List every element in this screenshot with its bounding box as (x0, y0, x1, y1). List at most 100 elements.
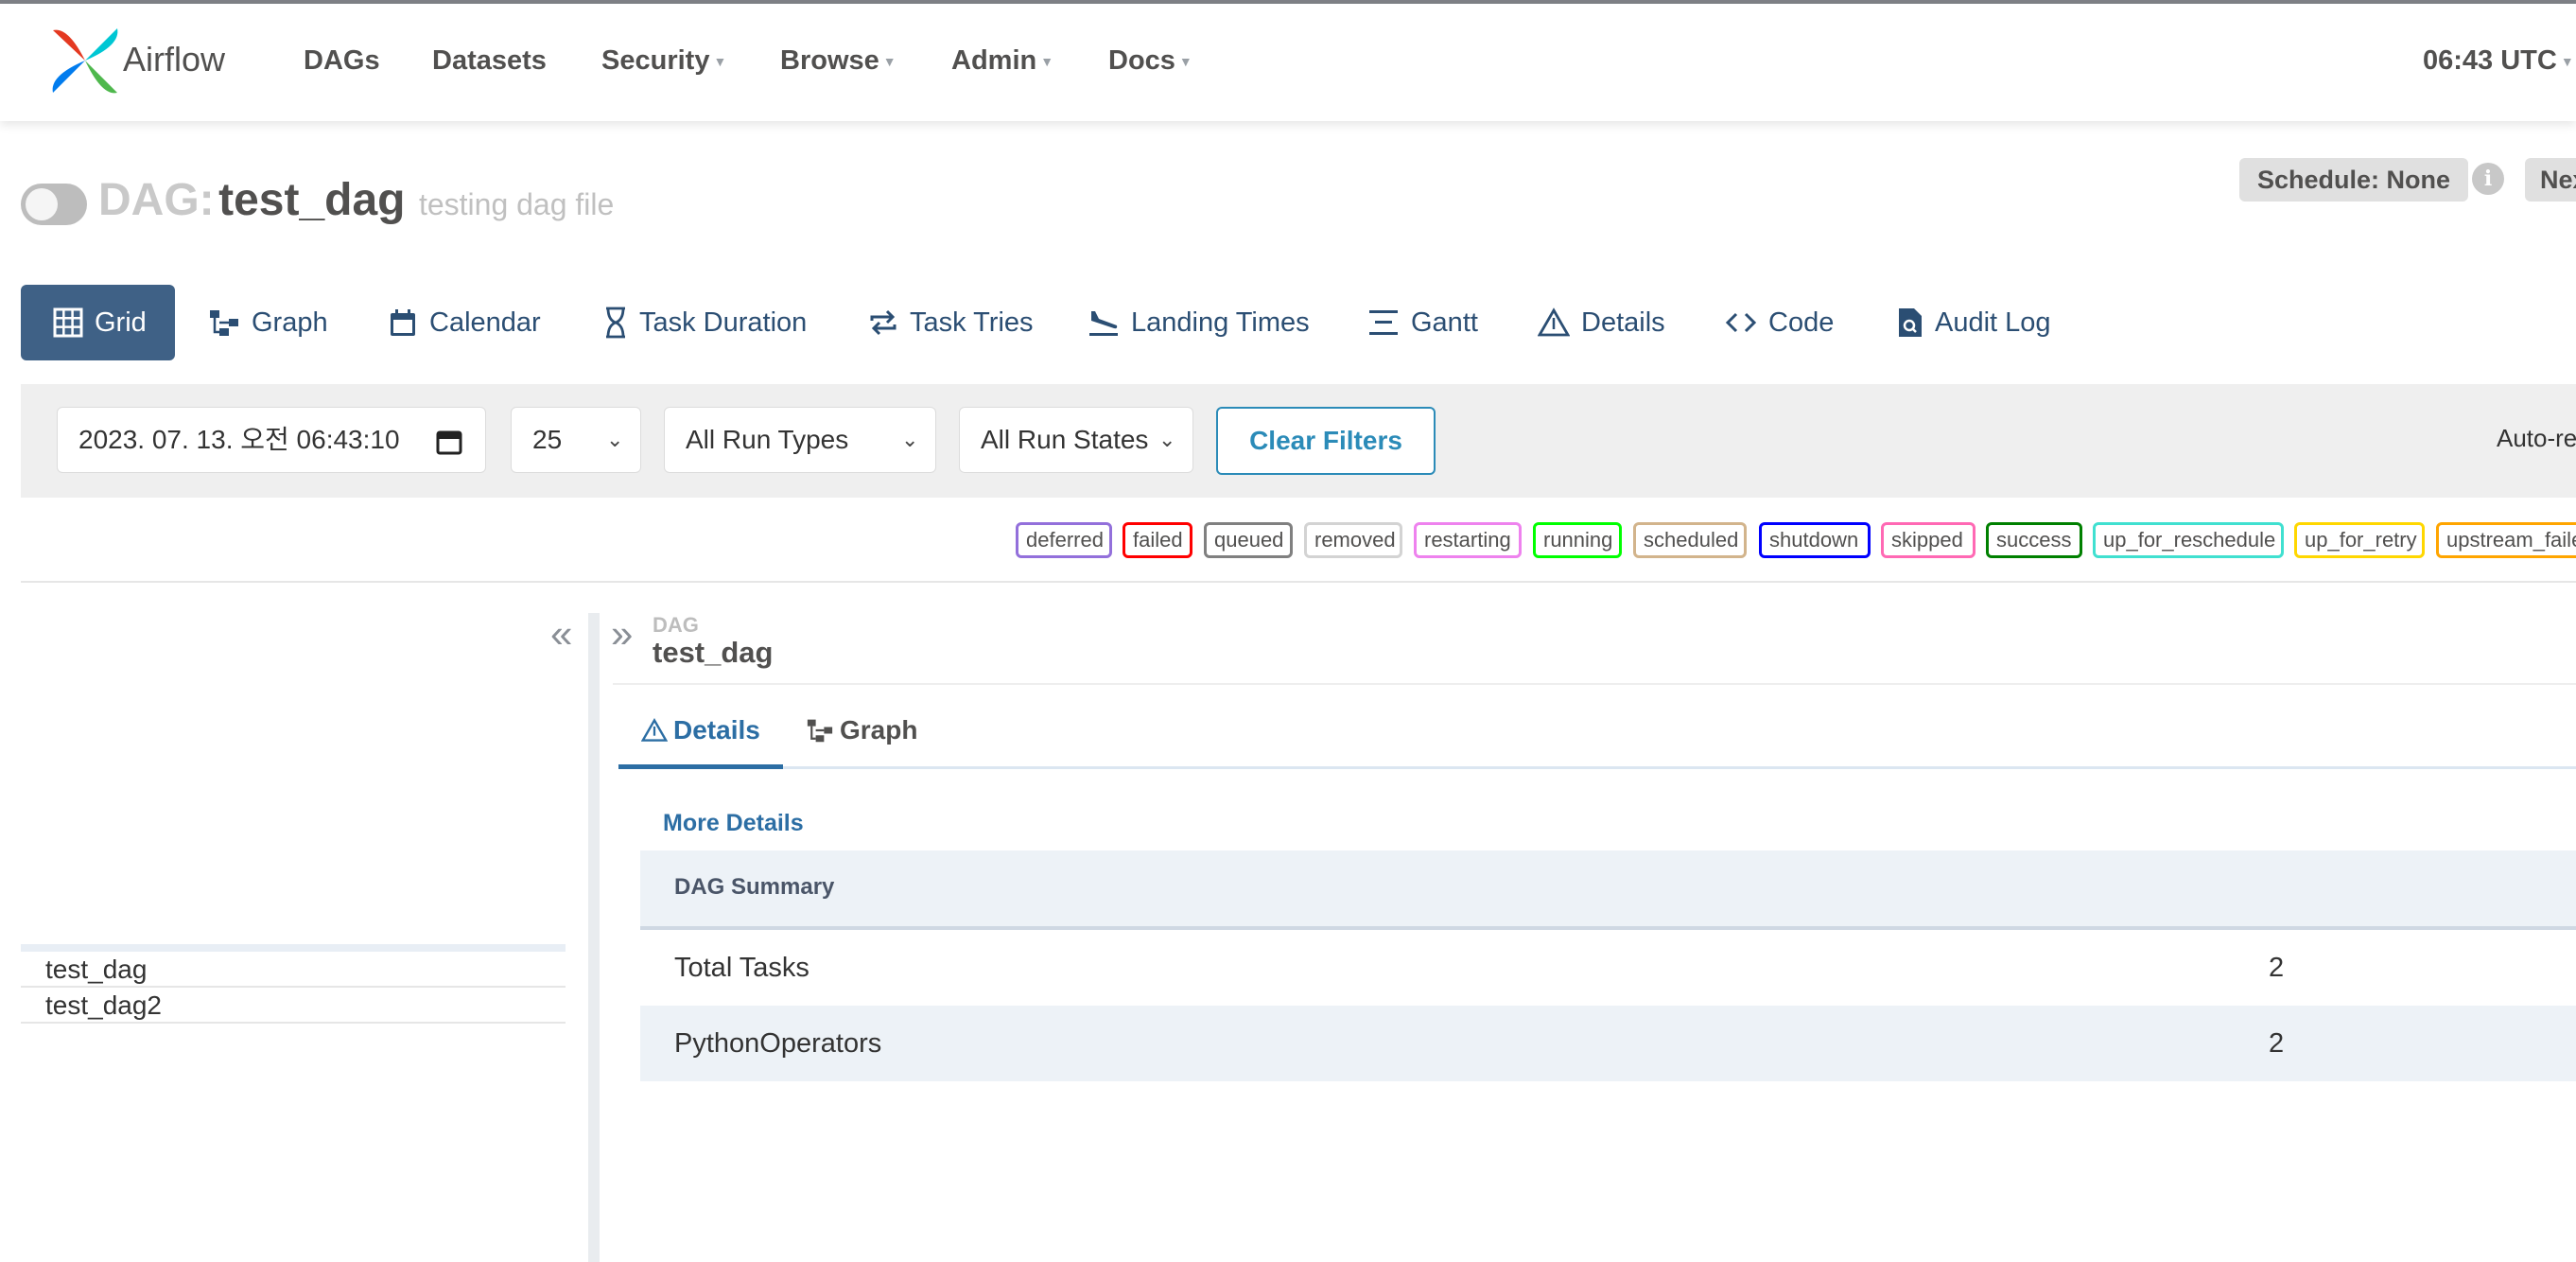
base-date-input[interactable]: 2023. 07. 13. 오전 06:43:10 (57, 407, 486, 473)
nav-browse-label: Browse (780, 45, 879, 76)
plane-landing-icon (1089, 311, 1118, 336)
chevron-down-icon: ▼ (713, 54, 727, 70)
divider (613, 683, 2576, 685)
next-run-badge: Next (2525, 158, 2576, 202)
legend-item-restarting[interactable]: restarting (1414, 522, 1522, 558)
navbar: Airflow DAGs Datasets Security ▼ Browse ▼ … (0, 4, 2576, 121)
base-date-value: 2023. 07. 13. 오전 06:43:10 (78, 425, 400, 454)
tab-landing-times-label: Landing Times (1131, 307, 1310, 338)
dag-prefix: DAG: (98, 175, 215, 225)
tab-code[interactable]: Code (1725, 285, 1834, 360)
tab-task-duration-label: Task Duration (639, 307, 808, 338)
tab-details[interactable]: Details (1538, 285, 1665, 360)
tree-row-label: test_dag (45, 955, 148, 984)
nav-docs-label: Docs (1108, 45, 1175, 76)
chevron-down-icon: ▼ (1040, 54, 1054, 70)
subtab-graph-label: Graph (840, 715, 918, 745)
tab-grid[interactable]: Grid (21, 285, 175, 360)
legend-item-scheduled[interactable]: scheduled (1633, 522, 1747, 558)
tab-code-label: Code (1768, 307, 1835, 338)
toggle-knob (26, 188, 58, 220)
legend-item-success[interactable]: success (1986, 522, 2082, 558)
code-icon (1725, 312, 1757, 333)
calendar-icon[interactable] (436, 429, 462, 455)
legend-item-running[interactable]: running (1533, 522, 1622, 558)
file-search-icon (1899, 308, 1922, 337)
divider (21, 581, 2576, 583)
dag-name: test_dag (218, 175, 406, 225)
clear-filters-button[interactable]: Clear Filters (1216, 407, 1436, 475)
tab-details-label: Details (1581, 307, 1665, 338)
subtab-details-label: Details (673, 715, 760, 745)
tab-task-tries[interactable]: Task Tries (868, 285, 1034, 360)
panel-resize-handle[interactable] (588, 613, 600, 1262)
tab-landing-times[interactable]: Landing Times (1088, 285, 1310, 360)
tab-task-tries-label: Task Tries (910, 307, 1034, 338)
graph-icon (807, 719, 833, 743)
legend-item-shutdown[interactable]: shutdown (1759, 522, 1871, 558)
expand-details-icon[interactable]: » (611, 611, 633, 657)
chevron-down-icon: ⌄ (901, 428, 919, 451)
tab-task-duration[interactable]: Task Duration (603, 285, 807, 360)
run-type-select[interactable]: All Run Types ⌄ (664, 407, 936, 473)
tab-audit-log[interactable]: Audit Log (1897, 285, 2051, 360)
tab-graph[interactable]: Graph (208, 285, 328, 360)
nav-datasets[interactable]: Datasets (432, 45, 547, 77)
legend-item-up-for-retry[interactable]: up_for_retry (2294, 522, 2425, 558)
summary-header: DAG Summary (640, 850, 2576, 930)
run-state-select[interactable]: All Run States ⌄ (959, 407, 1193, 473)
dag-pause-toggle[interactable] (21, 184, 87, 225)
hourglass-icon (606, 307, 625, 339)
legend-item-upstream-failed[interactable]: upstream_failed (2436, 522, 2576, 558)
tree-row[interactable]: test_dag (21, 954, 566, 988)
nav-security[interactable]: Security ▼ (601, 45, 726, 77)
tab-calendar-label: Calendar (429, 307, 541, 338)
legend-item-skipped[interactable]: skipped (1881, 522, 1976, 558)
tree-row[interactable]: test_dag2 (21, 990, 566, 1024)
nav-datasets-label: Datasets (432, 45, 547, 76)
nav-dags[interactable]: DAGs (304, 45, 380, 77)
legend-item-deferred[interactable]: deferred (1016, 522, 1112, 558)
subtab-details[interactable]: Details (641, 715, 760, 745)
tab-graph-label: Graph (252, 307, 328, 338)
table-row: Total Tasks 2 (640, 930, 2576, 1006)
nav-browse[interactable]: Browse ▼ (780, 45, 896, 77)
tree-header-bar (21, 944, 566, 952)
repeat-icon (870, 309, 896, 336)
tab-audit-log-label: Audit Log (1935, 307, 2051, 338)
summary-row-value: 2 (2269, 1028, 2285, 1059)
nav-docs[interactable]: Docs ▼ (1108, 45, 1192, 77)
nav-admin-label: Admin (951, 45, 1037, 76)
legend-item-removed[interactable]: removed (1304, 522, 1402, 558)
run-state-value: All Run States (981, 425, 1149, 454)
dag-description: testing dag file (418, 187, 615, 221)
num-runs-select[interactable]: 25 ⌄ (511, 407, 641, 473)
grid-icon (53, 307, 83, 338)
schedule-badge: Schedule: None (2239, 158, 2468, 202)
more-details-link[interactable]: More Details (663, 810, 804, 837)
legend-item-queued[interactable]: queued (1204, 522, 1293, 558)
info-icon[interactable]: i (2472, 163, 2504, 195)
legend-item-failed[interactable]: failed (1123, 522, 1192, 558)
nav-admin[interactable]: Admin ▼ (951, 45, 1053, 77)
graph-icon (210, 310, 238, 336)
chevron-down-icon: ⌄ (1158, 428, 1176, 451)
nav-security-label: Security (601, 45, 710, 76)
warning-triangle-icon (1538, 307, 1570, 337)
clock-display[interactable]: 06:43 UTC ▼ (2423, 45, 2574, 77)
brand-name[interactable]: Airflow (123, 40, 225, 79)
clock-label: 06:43 UTC (2423, 45, 2557, 76)
collapse-grid-icon[interactable]: « (550, 611, 572, 657)
subtab-graph[interactable]: Graph (806, 715, 917, 745)
nav-dags-label: DAGs (304, 45, 380, 76)
tab-gantt[interactable]: Gantt (1367, 285, 1478, 360)
run-type-value: All Run Types (686, 425, 849, 454)
details-dag-name: test_dag (653, 636, 774, 669)
tab-calendar[interactable]: Calendar (388, 285, 541, 360)
legend-item-up-for-reschedule[interactable]: up_for_reschedule (2093, 522, 2284, 558)
airflow-logo-icon[interactable] (49, 25, 121, 96)
summary-row-label: PythonOperators (674, 1028, 882, 1059)
tab-grid-label: Grid (95, 307, 147, 338)
summary-row-label: Total Tasks (674, 953, 809, 983)
auto-refresh-label: Auto-refresh (2497, 424, 2576, 452)
